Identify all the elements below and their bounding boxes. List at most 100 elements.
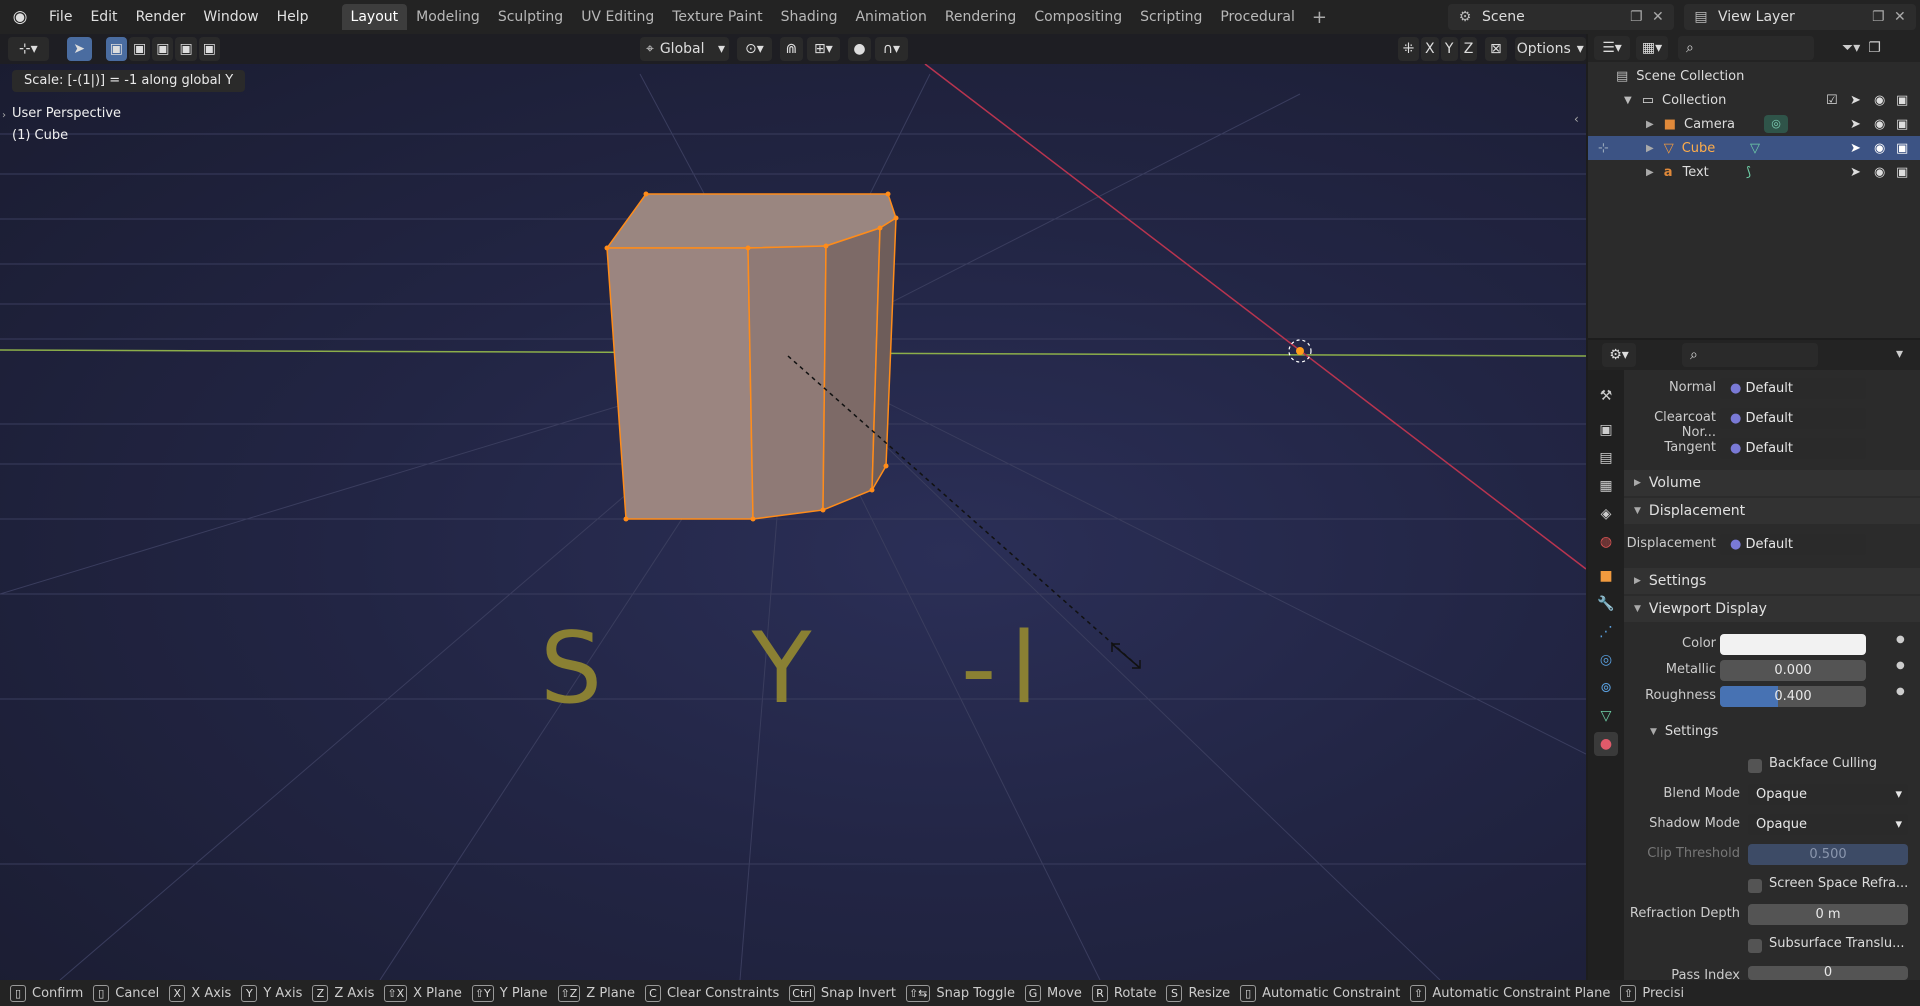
blend-mode-dropdown[interactable]: Opaque ▾ — [1748, 784, 1908, 805]
tab-texture-paint[interactable]: Texture Paint — [663, 4, 771, 30]
roughness-slider[interactable]: 0.400 — [1720, 686, 1866, 707]
properties-editor-type-icon[interactable]: ⚙▾ — [1602, 343, 1636, 367]
snap-target-icon[interactable]: ⊞▾ — [806, 37, 840, 61]
transform-orientation-dropdown[interactable]: ⌖ Global ▾ — [639, 37, 730, 61]
expand-arrow-icon[interactable]: ▶ — [1646, 143, 1654, 154]
render-camera-icon[interactable]: ▣ — [1896, 117, 1908, 132]
sidebar-expand-icon[interactable]: ‹ — [1574, 112, 1579, 126]
close-scene-icon[interactable]: ✕ — [1652, 9, 1674, 25]
particles-tab-icon[interactable]: ⋰ — [1594, 620, 1618, 644]
pass-index-field[interactable]: 0 — [1748, 966, 1908, 980]
mesh-data-icon[interactable]: ▽ — [1750, 141, 1760, 156]
close-view-layer-icon[interactable]: ✕ — [1894, 9, 1916, 25]
refraction-depth-field[interactable]: 0 m — [1748, 904, 1908, 925]
outliner-search-input[interactable]: ⌕ — [1678, 36, 1814, 60]
material-tab-icon[interactable]: ● — [1594, 732, 1618, 756]
curve-data-icon[interactable]: ⟆ — [1746, 165, 1751, 180]
properties-options-icon[interactable]: ▾ — [1896, 346, 1903, 362]
blender-logo-icon[interactable]: ◉ — [0, 0, 40, 34]
displacement-panel-header[interactable]: ▼ Displacement — [1624, 498, 1920, 524]
tab-uv-editing[interactable]: UV Editing — [572, 4, 663, 30]
constraints-tab-icon[interactable]: ⊚ — [1594, 676, 1618, 700]
tab-compositing[interactable]: Compositing — [1025, 4, 1131, 30]
collapse-arrow-icon[interactable]: ▼ — [1624, 95, 1632, 106]
3d-viewport[interactable]: S Y -l ⊹▾ ➤ ▣ ▣ ▣ ▣ ▣ ⌖ Global ▾ ⊙▾ ⋒ ⊞▾… — [0, 34, 1586, 980]
object-tab-icon[interactable]: ■ — [1594, 564, 1618, 588]
scene-tab-icon[interactable]: ◈ — [1594, 502, 1618, 526]
auto-merge-icon[interactable]: ⊠ — [1485, 37, 1507, 61]
outliner-scene-collection[interactable]: ▤ Scene Collection — [1588, 64, 1920, 88]
copy-scene-icon[interactable]: ❐ — [1630, 9, 1652, 25]
eye-icon[interactable]: ◉ — [1874, 141, 1885, 156]
proportional-edit-icon[interactable]: ● — [847, 37, 872, 61]
tangent-field[interactable]: ● Default — [1720, 438, 1866, 459]
tool-tab-icon[interactable]: ⚒ — [1594, 384, 1618, 408]
backface-culling-checkbox[interactable] — [1748, 759, 1762, 773]
menu-edit[interactable]: Edit — [81, 0, 126, 34]
render-camera-icon[interactable]: ▣ — [1896, 93, 1908, 108]
tab-modeling[interactable]: Modeling — [407, 4, 489, 30]
selectable-icon[interactable]: ➤ — [1850, 117, 1861, 132]
menu-window[interactable]: Window — [194, 0, 267, 34]
outliner-editor-type-icon[interactable]: ☰▾ — [1594, 36, 1630, 60]
output-tab-icon[interactable]: ▤ — [1594, 446, 1618, 470]
metallic-slider[interactable]: 0.000 — [1720, 660, 1866, 681]
shadow-mode-dropdown[interactable]: Opaque ▾ — [1748, 814, 1908, 835]
properties-search-input[interactable]: ⌕ — [1682, 343, 1818, 367]
select-intersect-icon[interactable]: ▣ — [198, 37, 220, 61]
expand-arrow-icon[interactable]: ▶ — [1646, 119, 1654, 130]
eye-icon[interactable]: ◉ — [1874, 117, 1885, 132]
tab-shading[interactable]: Shading — [772, 4, 847, 30]
outliner-item-camera[interactable]: ▶ ■ Camera ◎ ➤ ◉ ▣ — [1588, 112, 1920, 136]
select-extend-icon[interactable]: ▣ — [128, 37, 151, 61]
cube-object[interactable] — [604, 191, 899, 522]
view-layer-selector[interactable]: ▤ View Layer ❐ ✕ — [1684, 4, 1916, 30]
render-camera-icon[interactable]: ▣ — [1896, 141, 1908, 156]
filter-icon[interactable]: ⏷▾ — [1842, 40, 1860, 56]
selectable-icon[interactable]: ➤ — [1850, 165, 1861, 180]
world-tab-icon[interactable]: ◍ — [1594, 530, 1618, 554]
falloff-icon[interactable]: ∩▾ — [875, 37, 908, 61]
eye-icon[interactable]: ◉ — [1874, 93, 1885, 108]
modifier-tab-icon[interactable]: 🔧 — [1594, 592, 1618, 616]
selectable-icon[interactable]: ➤ — [1850, 141, 1861, 156]
mirror-axis-icon[interactable]: ⁜ — [1397, 37, 1420, 61]
clearcoat-normal-field[interactable]: ● Default — [1720, 408, 1866, 429]
expand-arrow-icon[interactable]: ▶ — [1646, 167, 1654, 178]
subsurface-translucency-checkbox[interactable] — [1748, 939, 1762, 953]
select-new-icon[interactable]: ▣ — [105, 37, 127, 61]
camera-data-icon[interactable]: ◎ — [1764, 115, 1788, 133]
text-object[interactable]: S Y -l — [540, 612, 1052, 726]
render-camera-icon[interactable]: ▣ — [1896, 165, 1908, 180]
new-collection-icon[interactable]: ❐ — [1868, 40, 1881, 56]
viewport-display-panel-header[interactable]: ▼ Viewport Display — [1624, 596, 1920, 622]
view-layer-tab-icon[interactable]: ▦ — [1594, 474, 1618, 498]
normal-field[interactable]: ● Default — [1720, 378, 1866, 399]
tab-rendering[interactable]: Rendering — [936, 4, 1026, 30]
volume-panel-header[interactable]: ▶ Volume — [1624, 470, 1920, 496]
displacement-field[interactable]: ● Default — [1720, 534, 1866, 555]
copy-view-layer-icon[interactable]: ❐ — [1872, 9, 1894, 25]
axis-y-toggle[interactable]: Y — [1440, 37, 1458, 61]
eye-icon[interactable]: ◉ — [1874, 165, 1885, 180]
editor-type-button[interactable]: ⊹▾ — [8, 37, 49, 61]
add-workspace-button[interactable]: + — [1304, 7, 1335, 28]
tab-scripting[interactable]: Scripting — [1131, 4, 1211, 30]
exclude-checkbox-icon[interactable]: ☑ — [1826, 93, 1838, 108]
outliner-collection[interactable]: ▼ ▭ Collection ☑ ➤ ◉ ▣ — [1588, 88, 1920, 112]
tab-sculpting[interactable]: Sculpting — [489, 4, 572, 30]
keyframe-dot-icon[interactable]: ● — [1896, 660, 1905, 671]
keyframe-dot-icon[interactable]: ● — [1896, 686, 1905, 697]
axis-z-toggle[interactable]: Z — [1459, 37, 1478, 61]
outliner-item-cube[interactable]: ⊹ ▶ ▽ Cube ▽ ➤ ◉ ▣ — [1588, 136, 1920, 160]
tab-procedural[interactable]: Procedural — [1211, 4, 1304, 30]
data-tab-icon[interactable]: ▽ — [1594, 704, 1618, 728]
select-invert-icon[interactable]: ▣ — [175, 37, 197, 61]
pivot-point-icon[interactable]: ⊙▾ — [737, 37, 772, 61]
axis-x-toggle[interactable]: X — [1421, 37, 1439, 61]
select-subtract-icon[interactable]: ▣ — [152, 37, 174, 61]
tab-layout[interactable]: Layout — [341, 4, 408, 30]
keyframe-dot-icon[interactable]: ● — [1896, 634, 1905, 645]
menu-help[interactable]: Help — [268, 0, 318, 34]
display-mode-icon[interactable]: ▦▾ — [1636, 36, 1668, 60]
